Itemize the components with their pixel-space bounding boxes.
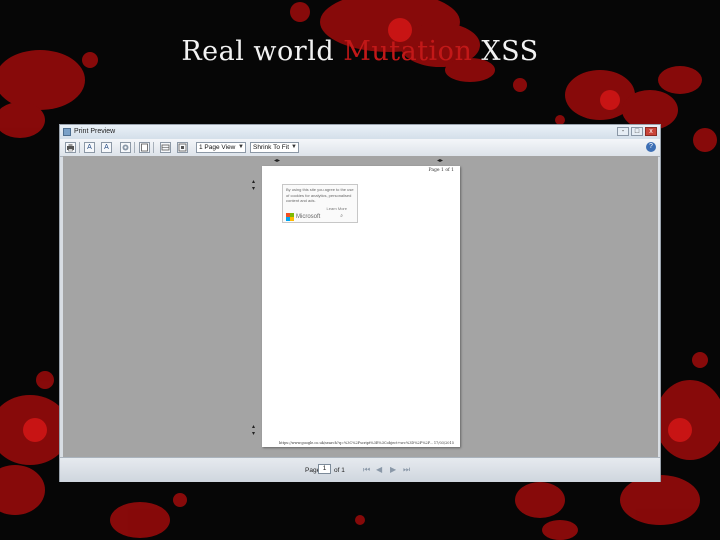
window-title: Print Preview: [74, 128, 116, 135]
microsoft-logo: [286, 213, 294, 221]
view-select-value: 1 Page View: [199, 144, 236, 151]
cookie-text: By using this site you agree to the use …: [286, 187, 354, 203]
page-number-input[interactable]: 1: [318, 464, 331, 474]
title-main: Real world: [181, 36, 344, 67]
bottom-margin-handle[interactable]: ▴ ▾: [252, 423, 255, 437]
close-button[interactable]: x: [645, 127, 657, 136]
next-page-icon[interactable]: ▶: [390, 465, 396, 474]
left-margin-handle[interactable]: ◂▸: [274, 157, 280, 164]
print-button[interactable]: [65, 142, 76, 153]
full-page-icon: [178, 143, 187, 152]
title-end: XSS: [472, 36, 539, 67]
help-button[interactable]: ?: [646, 142, 656, 152]
first-page-icon[interactable]: ⏮: [363, 465, 370, 475]
printer-icon: [67, 144, 74, 152]
page-header: Page 1 of 1: [428, 168, 454, 173]
maximize-button[interactable]: □: [631, 127, 643, 136]
page-footer-date: 17/03/2015: [433, 441, 454, 445]
full-page-button[interactable]: [177, 142, 188, 153]
learn-more-link: Learn More: [326, 206, 347, 211]
shrink-select-value: Shrink To Fit: [253, 144, 290, 151]
page-count-label: of 1: [334, 467, 345, 474]
print-preview-window: Print Preview - □ x A A 1 Page View ▼ Shr…: [59, 124, 661, 482]
page-footer-url: https://www.google.co.uk/search?q=%3C%2F…: [279, 441, 433, 445]
title-accent: Mutation: [343, 36, 473, 67]
preview-area: ◂▸ ◂▸ ▴ ▾ ▴ ▾ Page 1 of 1 By using this si…: [63, 156, 658, 457]
window-titlebar[interactable]: Print Preview - □ x: [60, 125, 660, 139]
chevron-down-icon: ▼: [291, 144, 297, 150]
search-icon: ⌕: [340, 213, 343, 219]
toolbar: A A 1 Page View ▼ Shrink To Fit ▼ ?: [60, 139, 660, 157]
top-margin-handle[interactable]: ▴ ▾: [252, 178, 255, 192]
status-bar: Page 1 of 1 ⏮ ◀ ▶ ⏭: [60, 457, 660, 482]
shrink-select[interactable]: Shrink To Fit ▼: [250, 142, 299, 153]
chevron-down-icon: ▼: [238, 144, 244, 150]
preview-page: Page 1 of 1 By using this site you agree…: [262, 166, 460, 447]
view-select[interactable]: 1 Page View ▼: [196, 142, 246, 153]
brand-text: Microsoft: [296, 214, 321, 220]
right-margin-handle[interactable]: ◂▸: [437, 157, 443, 164]
previous-page-icon[interactable]: ◀: [376, 465, 382, 474]
portrait-button[interactable]: A: [84, 142, 95, 153]
app-icon: [63, 128, 71, 136]
slide-title: Real world Mutation XSS: [0, 36, 720, 67]
minimize-button[interactable]: -: [617, 127, 629, 136]
landscape-button[interactable]: A: [101, 142, 112, 153]
last-page-icon[interactable]: ⏭: [403, 465, 410, 475]
gear-icon: [122, 144, 129, 151]
page-icon: [141, 143, 148, 152]
header-footer-button[interactable]: [139, 142, 150, 153]
cookie-banner: By using this site you agree to the use …: [282, 184, 358, 223]
full-width-icon: [161, 144, 170, 151]
full-width-button[interactable]: [160, 142, 171, 153]
page-setup-button[interactable]: [120, 142, 131, 153]
